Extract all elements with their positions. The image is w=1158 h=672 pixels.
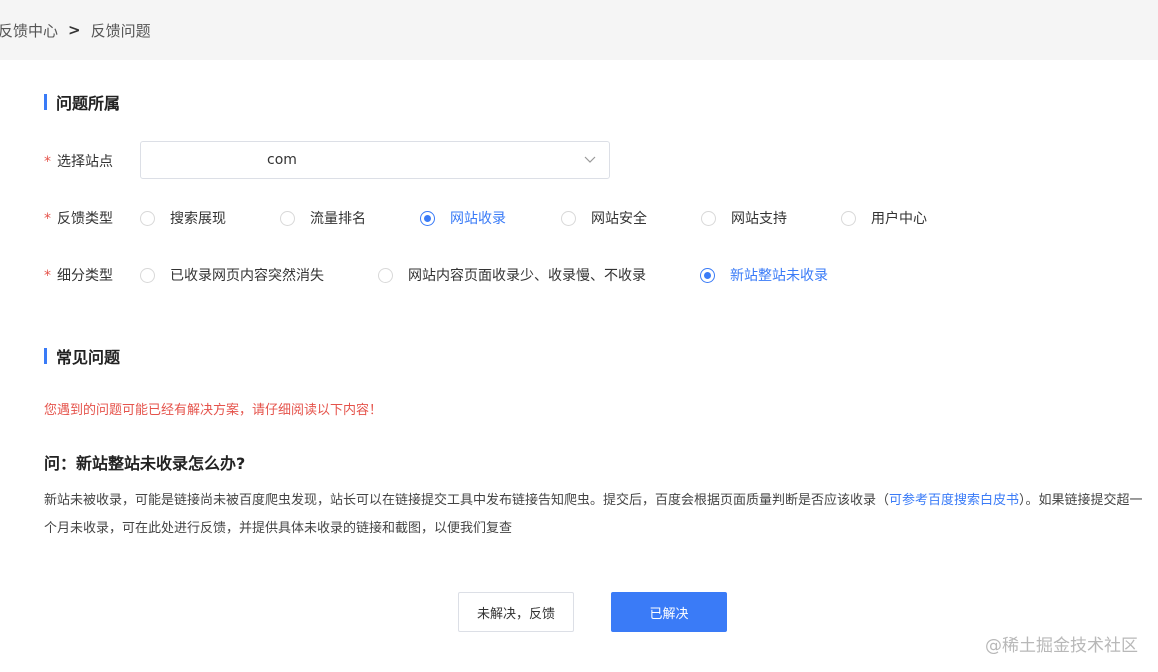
faq-notice: 您遇到的问题可能已经有解决方案，请仔细阅读以下内容！ <box>44 403 383 418</box>
radio-circle <box>420 210 435 226</box>
watermark: @稀土掘金技术社区 <box>985 636 1138 656</box>
sub-type-label: * 细分类型 <box>44 265 113 285</box>
radio-feedback-site-indexing[interactable]: 网站收录 <box>420 208 506 228</box>
resolved-button[interactable]: 已解决 <box>611 592 727 632</box>
radio-circle <box>280 210 295 226</box>
radio-circle <box>700 267 715 283</box>
chevron-down-icon <box>584 156 596 163</box>
section-title-text: 常见问题 <box>56 348 121 367</box>
radio-circle <box>378 267 393 283</box>
breadcrumb: 反馈中心 > 反馈问题 <box>0 0 1158 60</box>
breadcrumb-current: 反馈问题 <box>90 21 151 40</box>
radio-feedback-user-center[interactable]: 用户中心 <box>841 208 927 228</box>
radio-label: 已收录网页内容突然消失 <box>170 268 324 284</box>
radio-subtype-content-disappeared[interactable]: 已收录网页内容突然消失 <box>140 265 324 285</box>
site-select-label: * 选择站点 <box>44 151 113 171</box>
faq-answer: 新站未被收录，可能是链接尚未被百度爬虫发现，站长可以在链接提交工具中发布链接告知… <box>44 487 1144 543</box>
unresolved-feedback-button[interactable]: 未解决，反馈 <box>458 592 574 632</box>
radio-feedback-search-display[interactable]: 搜索展现 <box>140 208 226 228</box>
section-title-problem: 问题所属 <box>44 90 120 114</box>
radio-subtype-new-site-not-indexed[interactable]: 新站整站未收录 <box>700 265 828 285</box>
radio-label: 网站安全 <box>591 211 647 227</box>
section-accent-bar <box>44 348 47 364</box>
site-select-label-text: 选择站点 <box>57 154 113 170</box>
required-mark: * <box>44 268 51 284</box>
radio-label: 流量排名 <box>310 211 366 227</box>
sub-type-label-text: 细分类型 <box>57 268 113 284</box>
site-select-value: com <box>267 152 297 168</box>
section-title-faq: 常见问题 <box>44 344 120 368</box>
radio-label: 网站内容页面收录少、收录慢、不收录 <box>408 268 646 284</box>
radio-feedback-traffic-ranking[interactable]: 流量排名 <box>280 208 366 228</box>
feedback-type-label: * 反馈类型 <box>44 208 113 228</box>
feedback-type-label-text: 反馈类型 <box>57 211 113 227</box>
faq-question: 问：新站整站未收录怎么办? <box>44 454 246 473</box>
radio-label: 网站收录 <box>450 211 506 227</box>
radio-feedback-site-support[interactable]: 网站支持 <box>701 208 787 228</box>
radio-subtype-few-slow-indexing[interactable]: 网站内容页面收录少、收录慢、不收录 <box>378 265 646 285</box>
radio-circle <box>841 210 856 226</box>
faq-answer-text: 新站未被收录，可能是链接尚未被百度爬虫发现，站长可以在链接提交工具中发布链接告知… <box>44 493 890 508</box>
radio-circle <box>561 210 576 226</box>
required-mark: * <box>44 154 51 170</box>
breadcrumb-separator: > <box>68 21 81 39</box>
radio-circle <box>701 210 716 226</box>
radio-label: 网站支持 <box>731 211 787 227</box>
required-mark: * <box>44 211 51 227</box>
radio-label: 用户中心 <box>871 211 927 227</box>
site-select[interactable]: com <box>140 141 610 179</box>
section-title-text: 问题所属 <box>56 94 121 113</box>
radio-label: 搜索展现 <box>170 211 226 227</box>
section-accent-bar <box>44 94 47 110</box>
whitepaper-link[interactable]: 可参考百度搜索白皮书 <box>889 493 1019 508</box>
breadcrumb-parent-link[interactable]: 反馈中心 <box>0 20 58 41</box>
radio-circle <box>140 267 155 283</box>
radio-circle <box>140 210 155 226</box>
radio-feedback-site-security[interactable]: 网站安全 <box>561 208 647 228</box>
radio-label: 新站整站未收录 <box>730 268 828 284</box>
